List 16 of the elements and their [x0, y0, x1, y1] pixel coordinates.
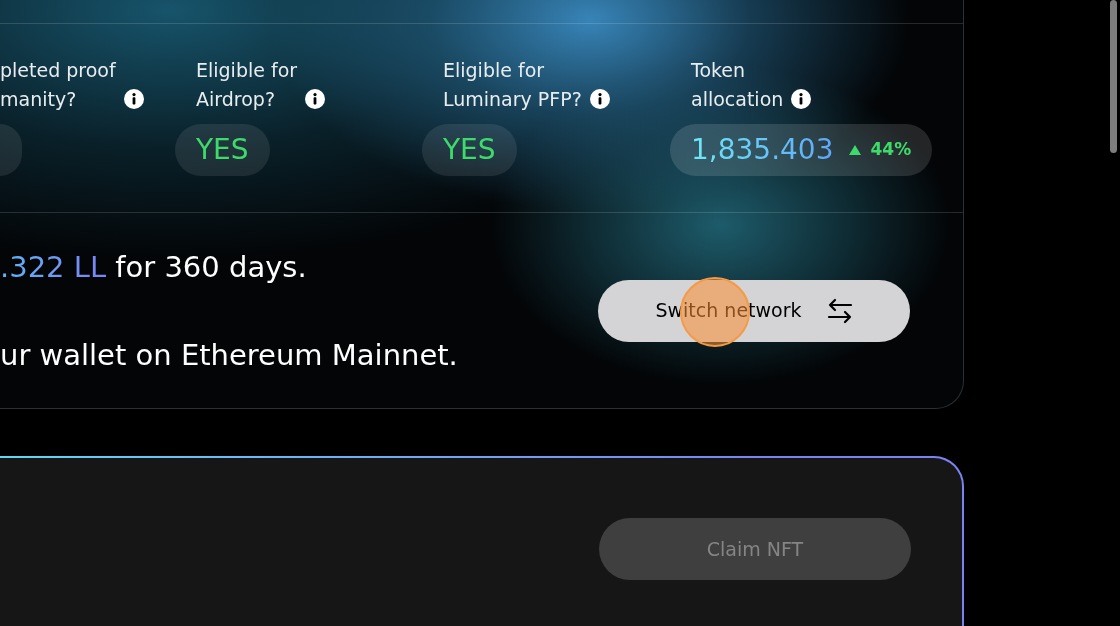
eligibility-badge: YES: [422, 124, 517, 176]
scrollbar-thumb[interactable]: [1110, 0, 1117, 153]
staking-text: .322 LL for 360 days.: [0, 248, 308, 286]
swap-arrows-icon: [826, 297, 853, 324]
eligibility-badge: [0, 124, 22, 176]
eligibility-label: Eligible for Luminary PFP?: [443, 58, 582, 112]
change-percent: 44%: [870, 138, 912, 162]
info-icon[interactable]: [791, 89, 812, 109]
info-icon[interactable]: [589, 89, 610, 109]
info-icon[interactable]: [123, 89, 144, 109]
eligibility-label: Token allocation: [691, 58, 784, 112]
network-text: ur wallet on Ethereum Mainnet.: [0, 336, 458, 374]
eligibility-label: pleted proof manity?: [0, 58, 116, 112]
info-icon[interactable]: [305, 89, 326, 109]
eligibility-badge: YES: [175, 124, 270, 176]
eligibility-label: Eligible for Airdrop?: [196, 58, 298, 112]
